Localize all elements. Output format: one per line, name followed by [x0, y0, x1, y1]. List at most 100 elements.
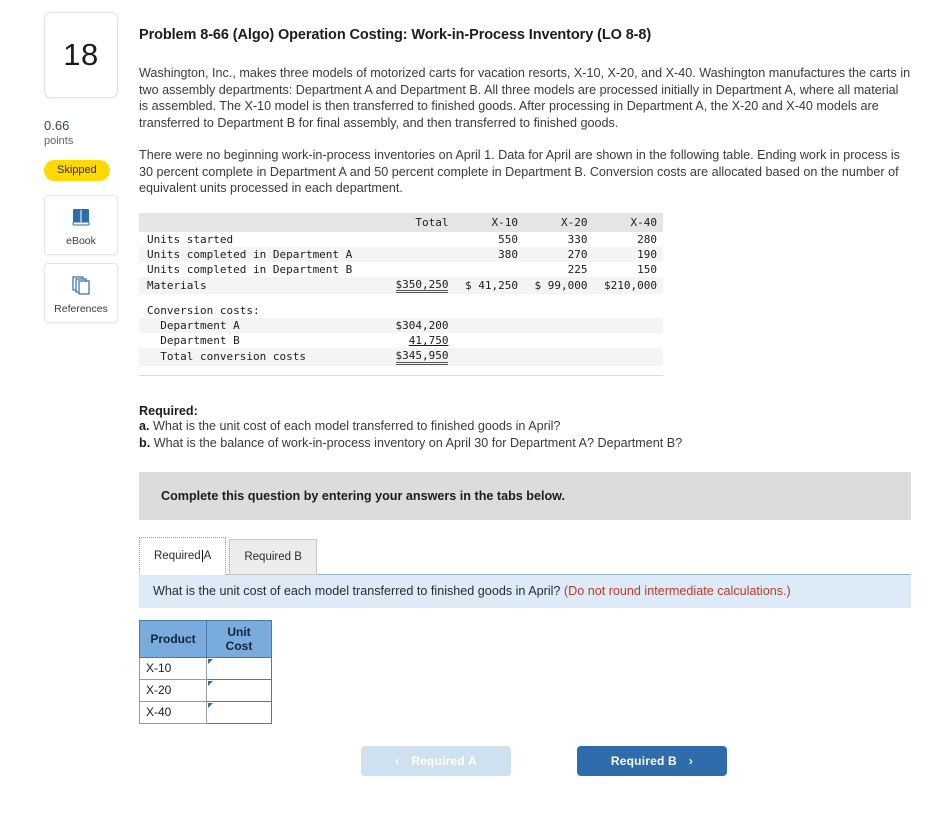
table-row: Total conversion costs $345,950: [139, 348, 663, 366]
header-x20: X-20: [560, 215, 588, 229]
answer-header-unit-cost: Unit Cost: [206, 619, 272, 658]
row-label: Materials: [147, 278, 207, 292]
answer-row-product: X-20: [139, 678, 207, 702]
row-label: Units started: [147, 232, 234, 246]
required-item-b: b. What is the balance of work-in-proces…: [139, 435, 911, 452]
row-label: Units completed in Department B: [147, 262, 353, 276]
answer-header-product: Product: [139, 619, 207, 658]
cell-x20: [524, 333, 593, 348]
table-spacer: [139, 294, 663, 303]
answer-tabs: Required A Required B: [139, 535, 911, 575]
tab-navigation: ‹ Required A Required B ›: [139, 745, 911, 776]
required-b-text: What is the balance of work-in-process i…: [153, 435, 683, 450]
cell-marker-icon: [208, 658, 213, 664]
cell-marker-icon: [208, 680, 213, 686]
cell-total-value: 41,750: [408, 334, 449, 348]
prev-required-a-button[interactable]: ‹ Required A: [361, 745, 511, 776]
ebook-label: eBook: [66, 234, 96, 247]
text-cursor-icon: [201, 549, 203, 562]
cell-x20: $ 99,000: [534, 278, 588, 292]
cell-x40: 150: [637, 262, 657, 276]
points-value: 0.66: [44, 118, 70, 133]
cell-x20: [524, 318, 593, 333]
question-prompt-text: What is the unit cost of each model tran…: [153, 583, 561, 598]
table-row: Department A $304,200: [139, 318, 663, 334]
conversion-costs-header: Conversion costs:: [147, 304, 260, 318]
row-label: Total conversion costs: [147, 350, 306, 364]
cell-x10: [454, 303, 523, 318]
table-spacer: [139, 366, 663, 376]
unit-cost-input-x10[interactable]: [206, 656, 272, 680]
chevron-left-icon: ‹: [395, 753, 400, 768]
cell-total: [385, 232, 454, 247]
unit-cost-value-x40: [213, 705, 216, 719]
row-label: Department B: [147, 334, 240, 348]
answer-row-product: X-40: [139, 700, 207, 724]
tab-required-a[interactable]: Required A: [139, 536, 227, 575]
table-row: Units completed in Department A 380 270 …: [139, 246, 663, 262]
unit-cost-input-x20[interactable]: [206, 678, 272, 702]
question-content: Problem 8-66 (Algo) Operation Costing: W…: [139, 27, 911, 776]
next-required-b-button[interactable]: Required B ›: [577, 745, 727, 776]
cell-x20: 225: [567, 262, 588, 276]
unit-cost-value-x10: [213, 661, 216, 675]
tab-required-b[interactable]: Required B: [229, 538, 317, 575]
cell-total-value: $345,950: [395, 350, 449, 365]
question-number-card: 18: [44, 12, 118, 98]
question-prompt: What is the unit cost of each model tran…: [139, 574, 911, 608]
table-row: Department B 41,750: [139, 333, 663, 348]
required-a-marker: a.: [139, 418, 150, 433]
row-label: Units completed in Department A: [147, 247, 353, 261]
table-row: X-40: [139, 700, 272, 724]
header-x10: X-10: [491, 215, 518, 229]
cell-x40: 280: [637, 232, 657, 246]
table-row: Units started 550 330 280: [139, 232, 663, 247]
unit-cost-value-x20: [213, 683, 216, 697]
points-label: points: [44, 134, 74, 147]
cell-x40: [593, 348, 663, 366]
cell-x20: 330: [567, 232, 588, 246]
cell-x10: $ 41,250: [464, 278, 518, 292]
cell-x40: $210,000: [604, 278, 657, 292]
references-label: References: [54, 302, 108, 315]
complete-question-text: Complete this question by entering your …: [161, 488, 565, 503]
prev-button-label: Required A: [411, 753, 477, 768]
book-icon: [45, 206, 117, 230]
cell-total: 41,750: [385, 333, 454, 348]
table-row: Units completed in Department B 225 150: [139, 262, 663, 277]
cell-x10: [454, 318, 523, 333]
question-sidebar: 18 0.66 points Skipped eBook References: [44, 12, 118, 323]
cell-x40: 190: [637, 247, 657, 261]
tab-required-a-label-end: A: [203, 549, 212, 562]
cell-x10: [454, 348, 523, 366]
cell-total: [385, 262, 454, 277]
references-button[interactable]: References: [44, 262, 118, 323]
tab-required-b-label: Required B: [244, 550, 302, 563]
page-title: Problem 8-66 (Algo) Operation Costing: W…: [139, 27, 652, 43]
ebook-button[interactable]: eBook: [44, 194, 118, 255]
table-bottom-rule: [139, 374, 663, 378]
cell-x20: [524, 348, 593, 366]
cell-x20: 270: [567, 247, 588, 261]
cell-x10: 550: [498, 232, 518, 246]
pages-icon: [45, 274, 117, 298]
chevron-right-icon: ›: [688, 753, 694, 768]
question-prompt-note: (Do not round intermediate calculations.…: [563, 583, 791, 598]
header-blank: [139, 213, 385, 232]
required-item-a: a. What is the unit cost of each model t…: [139, 418, 911, 435]
row-label: Department A: [147, 319, 240, 333]
next-button-label: Required B: [610, 753, 677, 768]
unit-cost-input-x40[interactable]: [206, 700, 272, 724]
table-row: X-10: [139, 656, 272, 680]
table-header-row: Total X-10 X-20 X-40: [139, 212, 663, 232]
table-row: X-20: [139, 678, 272, 702]
table-row: Conversion costs:: [139, 303, 663, 318]
answer-table-header-row: Product Unit Cost: [139, 619, 272, 658]
cell-x40: [593, 318, 663, 333]
header-x40: X-40: [630, 215, 658, 229]
problem-data-table: Total X-10 X-20 X-40 Units started 550 3…: [139, 212, 663, 378]
cell-total: $345,950: [385, 348, 454, 366]
answer-row-product: X-10: [139, 656, 207, 680]
table-row: Materials $350,250 $ 41,250 $ 99,000 $21…: [139, 276, 663, 295]
cell-x10: 380: [498, 247, 518, 261]
